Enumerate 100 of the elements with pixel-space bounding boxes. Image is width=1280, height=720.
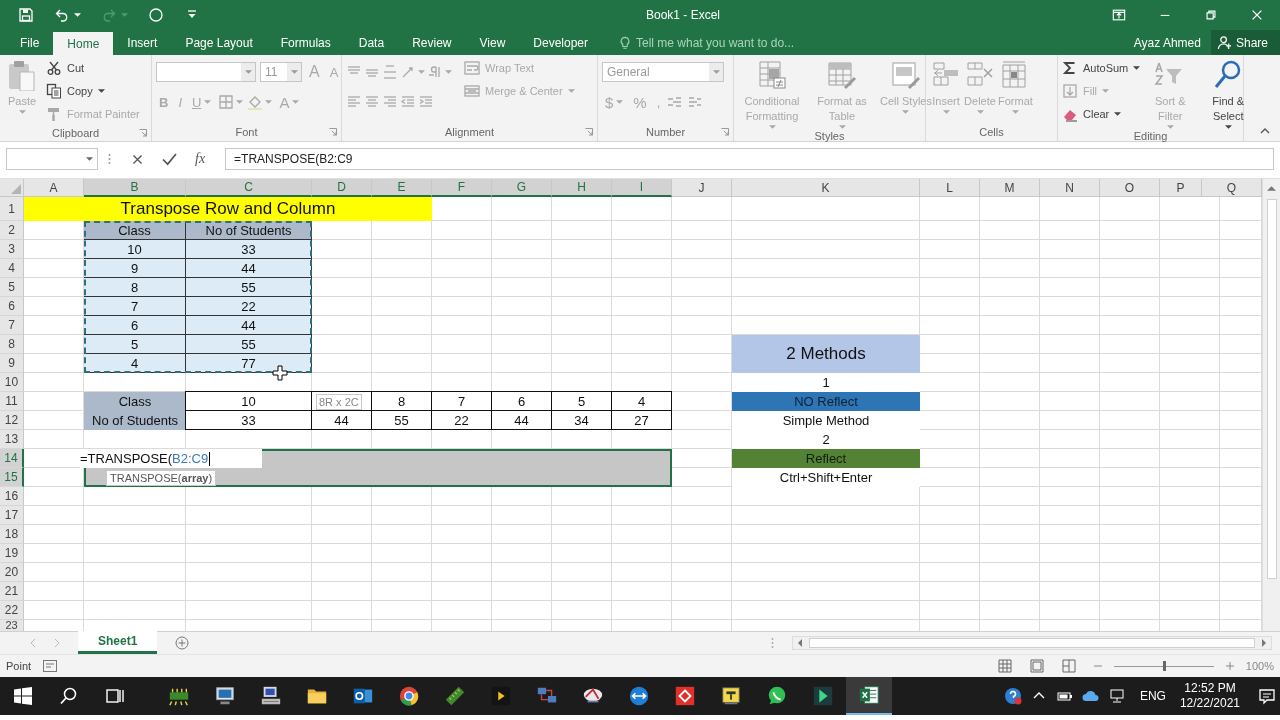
row-header[interactable]: 18 bbox=[0, 525, 24, 544]
cancel-button[interactable] bbox=[131, 152, 144, 166]
column-header[interactable]: L bbox=[920, 179, 980, 197]
scrollbar-thumb[interactable] bbox=[1266, 199, 1277, 579]
row-header[interactable]: 16 bbox=[0, 487, 24, 506]
ribbon-tab[interactable]: Developer bbox=[519, 30, 602, 55]
column-header[interactable]: Q bbox=[1202, 179, 1262, 197]
ribbon-tab[interactable]: File bbox=[6, 30, 54, 55]
ribbon-tab[interactable]: Data bbox=[344, 30, 399, 55]
status-mode: Point bbox=[6, 660, 32, 672]
share-button[interactable]: Share bbox=[1210, 30, 1280, 55]
row-header[interactable]: 13 bbox=[0, 430, 24, 449]
ribbon-tab[interactable]: Review bbox=[398, 30, 466, 55]
spreadsheet-cell: Class bbox=[84, 392, 186, 411]
row-header[interactable]: 10 bbox=[0, 373, 24, 392]
row-header[interactable]: 8 bbox=[0, 335, 24, 354]
column-header[interactable]: D bbox=[312, 179, 372, 197]
zoom-level[interactable]: 100% bbox=[1245, 660, 1274, 672]
row-header[interactable]: 6 bbox=[0, 297, 24, 316]
row-header[interactable]: 11 bbox=[0, 392, 24, 411]
copy-icon bbox=[46, 82, 62, 99]
row-header[interactable]: 7 bbox=[0, 316, 24, 335]
notification-icon bbox=[1258, 687, 1276, 705]
column-header[interactable]: K bbox=[732, 179, 920, 197]
copy-button[interactable]: Copy bbox=[46, 80, 140, 101]
row-header[interactable]: 3 bbox=[0, 240, 24, 259]
row-header[interactable]: 15 bbox=[0, 468, 24, 487]
column-header[interactable]: O bbox=[1100, 179, 1160, 197]
grip-icon bbox=[108, 152, 111, 166]
launcher-icon bbox=[139, 129, 147, 137]
touch-mode-button[interactable] bbox=[148, 7, 164, 23]
row-header[interactable]: 5 bbox=[0, 278, 24, 297]
sheet-tab[interactable]: Sheet1 bbox=[78, 631, 158, 654]
scrollbar-thumb[interactable] bbox=[809, 638, 1255, 648]
ribbon-tab[interactable]: Home bbox=[53, 32, 114, 55]
horizontal-scrollbar[interactable] bbox=[792, 636, 1272, 650]
page-layout-button[interactable] bbox=[1029, 659, 1044, 673]
row-header[interactable]: 17 bbox=[0, 506, 24, 525]
ribbon-tab[interactable]: View bbox=[465, 30, 520, 55]
column-header[interactable]: N bbox=[1040, 179, 1100, 197]
enter-button[interactable] bbox=[162, 152, 177, 166]
row-header[interactable]: 1 bbox=[0, 197, 24, 221]
input-language[interactable]: ENG bbox=[1139, 689, 1166, 703]
formula-field[interactable]: =TRANSPOSE(B2:C9 bbox=[225, 148, 1274, 170]
undo-button[interactable] bbox=[54, 7, 81, 23]
column-header[interactable]: E bbox=[372, 179, 432, 197]
clock-date[interactable]: 12/22/2021 bbox=[1179, 696, 1240, 711]
dialog-launcher[interactable] bbox=[721, 128, 729, 136]
save-button[interactable] bbox=[18, 7, 34, 23]
text-direction-icon bbox=[427, 64, 443, 80]
launcher-icon bbox=[585, 128, 593, 136]
wrap-text-icon bbox=[464, 59, 480, 76]
ribbon-tab[interactable]: Insert bbox=[113, 30, 172, 55]
row-header[interactable]: 19 bbox=[0, 544, 24, 563]
restore-icon bbox=[1204, 8, 1218, 22]
insert-function-button[interactable]: fx bbox=[195, 151, 206, 167]
column-header[interactable]: A bbox=[24, 179, 84, 197]
column-header[interactable]: C bbox=[186, 179, 312, 197]
column-header[interactable]: I bbox=[612, 179, 672, 197]
row-header[interactable]: 4 bbox=[0, 259, 24, 278]
row-header[interactable]: 22 bbox=[0, 601, 24, 620]
page-break-button[interactable] bbox=[1061, 659, 1076, 673]
clock-time[interactable]: 12:52 PM bbox=[1184, 681, 1236, 696]
column-header[interactable]: F bbox=[432, 179, 492, 197]
column-header[interactable]: B bbox=[84, 179, 186, 197]
cell-editor[interactable]: =TRANSPOSE(B2:C9 bbox=[80, 449, 263, 468]
column-header[interactable]: P bbox=[1160, 179, 1202, 197]
spreadsheet-cell: 10 bbox=[185, 391, 312, 411]
dialog-launcher[interactable] bbox=[585, 128, 593, 136]
dialog-launcher[interactable] bbox=[139, 129, 147, 137]
dialog-launcher[interactable] bbox=[329, 128, 337, 136]
slider-thumb[interactable] bbox=[1162, 660, 1166, 671]
row-header[interactable]: 21 bbox=[0, 582, 24, 601]
spreadsheet-cell: NO Reflect bbox=[732, 392, 920, 411]
plus-icon bbox=[175, 636, 190, 650]
normal-view-button[interactable] bbox=[997, 659, 1012, 673]
row-header[interactable]: 12 bbox=[0, 411, 24, 430]
new-sheet-button[interactable] bbox=[175, 636, 190, 650]
column-header[interactable]: M bbox=[980, 179, 1040, 197]
row-header[interactable]: 2 bbox=[0, 221, 24, 240]
vertical-scrollbar[interactable] bbox=[1262, 179, 1280, 631]
spreadsheet-cell: 7 bbox=[84, 297, 186, 316]
clear-button[interactable]: Clear bbox=[1062, 103, 1141, 124]
row-header[interactable]: 20 bbox=[0, 563, 24, 582]
find-button[interactable]: Find & Select bbox=[1200, 57, 1257, 130]
column-header[interactable]: G bbox=[492, 179, 552, 197]
column-header[interactable]: J bbox=[672, 179, 732, 197]
computer-icon bbox=[214, 685, 236, 707]
cell-styles-icon bbox=[890, 59, 922, 91]
column-header[interactable]: H bbox=[552, 179, 612, 197]
row-header[interactable]: 14 bbox=[0, 449, 24, 468]
autosum-button[interactable]: AutoSum bbox=[1062, 57, 1141, 78]
collapse-ribbon-button[interactable] bbox=[1260, 127, 1270, 135]
spreadsheet-cell: Class bbox=[84, 221, 186, 240]
ribbon-tab[interactable]: Formulas bbox=[266, 30, 345, 55]
row-header[interactable]: 9 bbox=[0, 354, 24, 373]
taskbar-app[interactable] bbox=[846, 677, 892, 715]
ribbon-tab[interactable]: Page Layout bbox=[171, 30, 267, 55]
tell-me-field[interactable]: Tell me what you want to do... bbox=[618, 30, 836, 55]
cut-button[interactable]: Cut bbox=[46, 57, 140, 78]
